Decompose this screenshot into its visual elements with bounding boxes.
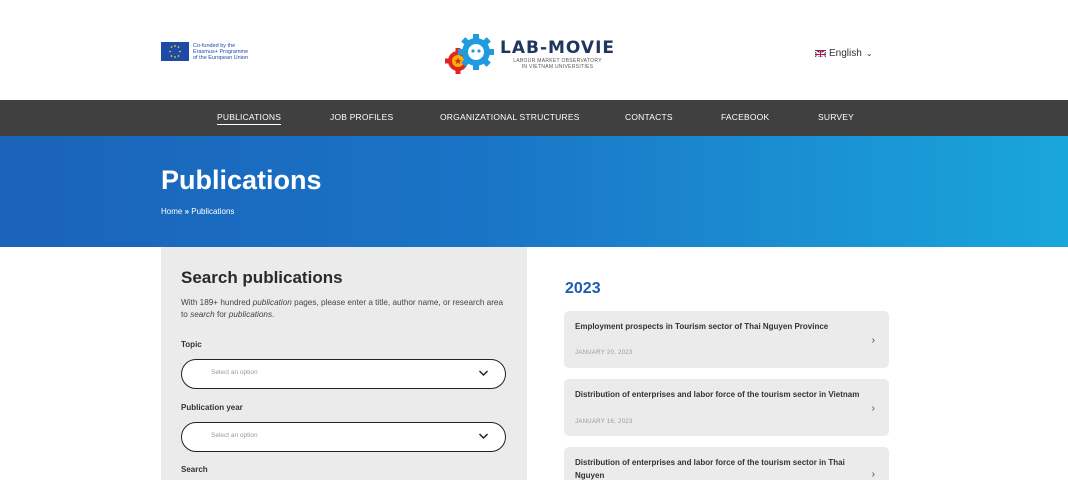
intro-text: With 189+ hundred	[181, 298, 253, 307]
nav-publications[interactable]: PUBLICATIONS	[217, 112, 282, 125]
chevron-right-icon: ›	[871, 335, 875, 346]
intro-emphasis: publications	[228, 310, 273, 319]
nav-survey[interactable]: SURVEY	[818, 112, 854, 122]
search-title: Search publications	[181, 268, 343, 287]
nav-organizational-structures[interactable]: ORGANIZATIONAL STRUCTURES	[440, 112, 580, 122]
topic-placeholder: Select an option	[211, 369, 258, 376]
publication-date: JANUARY 20, 2023	[575, 350, 633, 356]
publication-title: Distribution of enterprises and labor fo…	[575, 390, 860, 399]
chevron-down-icon: ⌄	[865, 49, 873, 58]
breadcrumb-separator: »	[184, 207, 190, 216]
gears-icon	[445, 34, 494, 74]
year-placeholder: Select an option	[211, 432, 258, 439]
breadcrumb-home[interactable]: Home	[161, 207, 182, 216]
publication-card[interactable]: Distribution of enterprises and labor fo…	[564, 447, 889, 480]
chevron-right-icon: ›	[871, 403, 875, 414]
eu-funding-logo: Co-funded by the Erasmus+ Programme of t…	[161, 42, 263, 61]
chevron-down-icon	[478, 433, 489, 440]
uk-flag-icon	[815, 50, 826, 57]
language-label: English	[829, 48, 862, 59]
publication-date: JANUARY 16, 2023	[575, 419, 633, 425]
publication-card[interactable]: Employment prospects in Tourism sector o…	[564, 311, 889, 368]
breadcrumb-current: Publications	[191, 207, 235, 216]
eu-text-line: of the European Union	[193, 54, 249, 61]
page-title: Publications	[161, 165, 322, 195]
chevron-right-icon: ›	[871, 469, 875, 480]
topic-select[interactable]: Select an option	[181, 359, 506, 389]
logo-subtitle: IN VIETNAM UNIVERSITIES	[521, 64, 594, 70]
eu-funding-text: Co-funded by the Erasmus+ Programme of t…	[193, 43, 263, 61]
intro-text: for	[214, 310, 229, 319]
logo-title: LAB-MOVIE	[500, 38, 616, 58]
topic-label: Topic	[181, 340, 202, 349]
breadcrumb: Home » Publications	[161, 207, 234, 216]
nav-job-profiles[interactable]: JOB PROFILES	[330, 112, 393, 122]
search-intro: With 189+ hundred publication pages, ple…	[181, 297, 511, 321]
chevron-down-icon	[478, 370, 489, 377]
nav-contacts[interactable]: CONTACTS	[625, 112, 673, 122]
main-nav: PUBLICATIONS JOB PROFILES ORGANIZATIONAL…	[0, 100, 1068, 136]
eu-flag-icon	[161, 42, 189, 61]
publication-card[interactable]: Distribution of enterprises and labor fo…	[564, 379, 889, 436]
intro-text: .	[272, 310, 275, 319]
search-label: Search	[181, 465, 208, 474]
year-heading: 2023	[565, 280, 601, 297]
site-header: Co-funded by the Erasmus+ Programme of t…	[0, 0, 1068, 100]
publication-title: Employment prospects in Tourism sector o…	[575, 322, 829, 331]
publication-year-select[interactable]: Select an option	[181, 422, 506, 452]
lab-movie-logo[interactable]: LAB-MOVIE LABOUR MARKET OBSERVATORY IN V…	[444, 28, 615, 80]
logo-text: LAB-MOVIE LABOUR MARKET OBSERVATORY IN V…	[500, 38, 615, 70]
page-hero: Publications Home » Publications	[0, 136, 1068, 247]
intro-emphasis: publication	[252, 298, 292, 307]
intro-emphasis: search	[190, 310, 215, 319]
publication-year-label: Publication year	[181, 403, 243, 412]
language-selector[interactable]: English ⌄	[815, 48, 873, 59]
search-panel: Search publications With 189+ hundred pu…	[161, 247, 527, 480]
publication-title: Distribution of enterprises and labor fo…	[575, 458, 845, 480]
nav-facebook[interactable]: FACEBOOK	[721, 112, 769, 122]
